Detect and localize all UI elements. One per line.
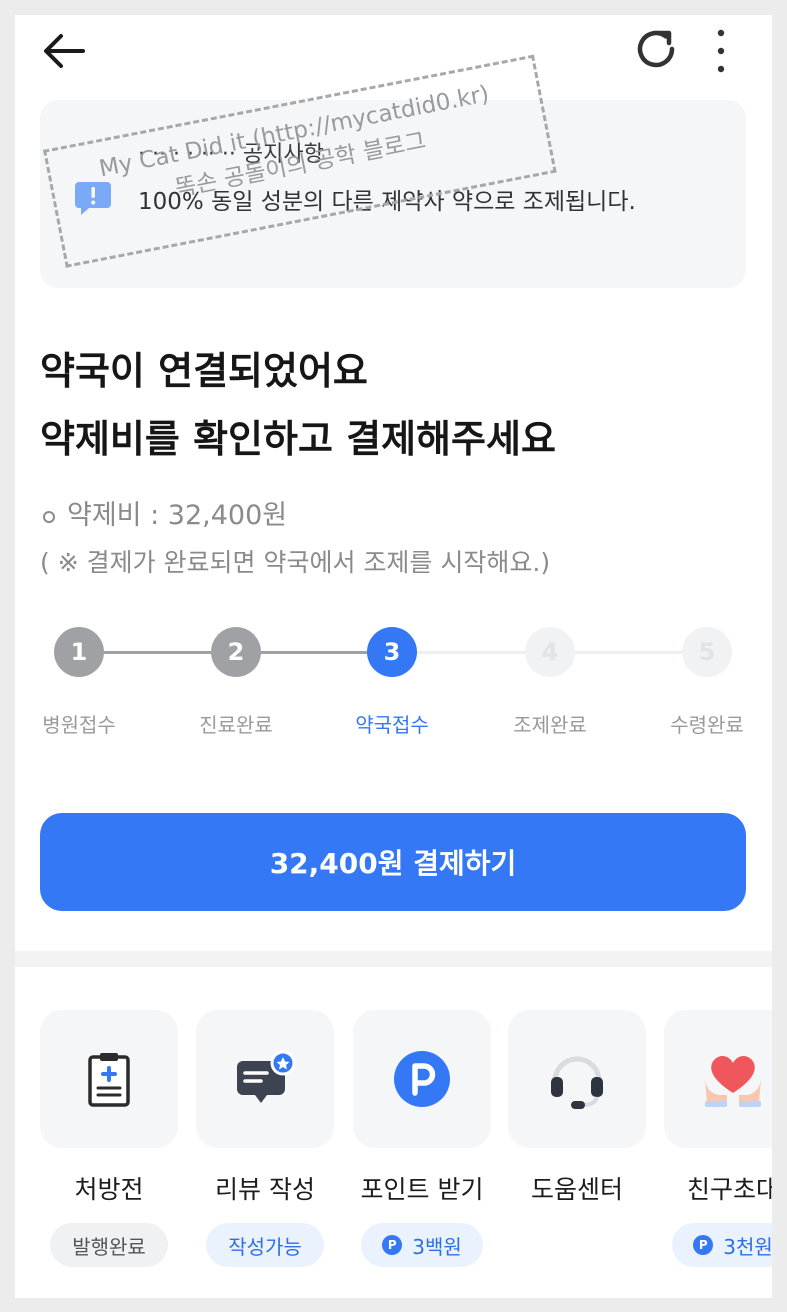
menu-tile (508, 1010, 646, 1148)
arrow-left-icon (44, 34, 85, 68)
review-icon (233, 1049, 297, 1109)
page-title-line-2: 약제비를 확인하고 결제해주세요 (40, 417, 556, 461)
menu-label: 처방전 (74, 1175, 144, 1204)
menu-label: 리뷰 작성 (215, 1175, 315, 1204)
back-button[interactable] (39, 23, 91, 75)
fee-line: 약제비 : 32,400원 (43, 493, 287, 532)
headset-icon (545, 1047, 609, 1111)
status-badge: 작성가능 (206, 1223, 324, 1267)
menu-item-headset[interactable]: 도움센터 (508, 1010, 646, 1280)
step-circle-4: 4 (525, 627, 575, 677)
menu-tile (353, 1010, 491, 1148)
step-circle-1: 1 (54, 627, 104, 677)
step-connector (104, 651, 211, 654)
notice-card: · ·· · · ·· ·· 공지사항 100% 동일 성분의 다른 제약사 약… (40, 100, 746, 288)
top-bar (15, 15, 772, 95)
bullet-icon (43, 510, 55, 523)
section-divider (15, 951, 772, 967)
fee-text: 약제비 : 32,400원 (67, 500, 288, 531)
step-label-5: 수령완료 (670, 713, 744, 737)
menu-tile (196, 1010, 334, 1148)
refresh-button[interactable] (629, 21, 685, 77)
menu-item-prescription[interactable]: 처방전발행완료 (40, 1010, 178, 1280)
menu-label: 도움센터 (530, 1175, 623, 1204)
badge-text: 3백원 (412, 1234, 462, 1259)
heart-hands-icon (701, 1049, 765, 1109)
step-label-2: 진료완료 (199, 713, 273, 737)
notice-body: 100% 동일 성분의 다른 제약사 약으로 조제됩니다. (138, 189, 636, 215)
notice-title: · ·· · · ·· ·· 공지사항 (138, 142, 324, 167)
progress-stepper: 1 병원접수 2 진료완료 3 약국접수 4 조제완료 5 수령완료 (15, 625, 772, 745)
status-badge: P 3천원 (672, 1223, 772, 1267)
step-circle-3: 3 (367, 627, 417, 677)
status-badge: P 3백원 (361, 1223, 483, 1267)
badge-text: 3천원 (723, 1234, 772, 1259)
menu-item-review[interactable]: 리뷰 작성작성가능 (196, 1010, 334, 1280)
step-circle-2: 2 (211, 627, 261, 677)
step-connector (261, 651, 367, 654)
point-coin-icon: P (693, 1235, 714, 1255)
refresh-icon (637, 30, 675, 68)
step-label-1: 병원접수 (42, 713, 116, 737)
prescription-icon (87, 1051, 131, 1107)
step-connector (417, 651, 525, 654)
app-screen: · ·· · · ·· ·· 공지사항 100% 동일 성분의 다른 제약사 약… (15, 15, 772, 1298)
notice-alert-icon (73, 178, 113, 218)
more-options-button[interactable] (705, 21, 737, 77)
page-title-line-1: 약국이 연결되었어요 (40, 349, 368, 393)
point-coin-icon: P (382, 1235, 403, 1255)
point-icon (392, 1049, 452, 1109)
badge-text: 작성가능 (228, 1234, 302, 1259)
more-vertical-icon (717, 29, 725, 73)
fee-note: ( ※ 결제가 완료되면 약국에서 조제를 시작해요.) (40, 548, 551, 577)
menu-item-heart-hands[interactable]: 친구초대 P 3천원 (664, 1010, 772, 1280)
page-title: 약국이 연결되었어요 약제비를 확인하고 결제해주세요 (40, 337, 746, 473)
step-connector (575, 651, 682, 654)
step-label-3: 약국접수 (355, 713, 429, 737)
menu-item-point[interactable]: 포인트 받기 P 3백원 (353, 1010, 491, 1280)
status-badge: 발행완료 (50, 1223, 168, 1267)
menu-tile (40, 1010, 178, 1148)
badge-text: 발행완료 (72, 1234, 146, 1259)
menu-tile (664, 1010, 772, 1148)
step-label-4: 조제완료 (513, 713, 587, 737)
step-circle-5: 5 (682, 627, 732, 677)
pay-button[interactable]: 32,400원 결제하기 (40, 813, 746, 911)
menu-label: 친구초대 (686, 1175, 772, 1204)
quick-menu: 처방전 발행완료 리뷰 작성 작성가능 포인트 받기 P 3백원 도움센터 친구초대 P 3천원 (15, 1010, 772, 1298)
menu-label: 포인트 받기 (360, 1175, 484, 1204)
